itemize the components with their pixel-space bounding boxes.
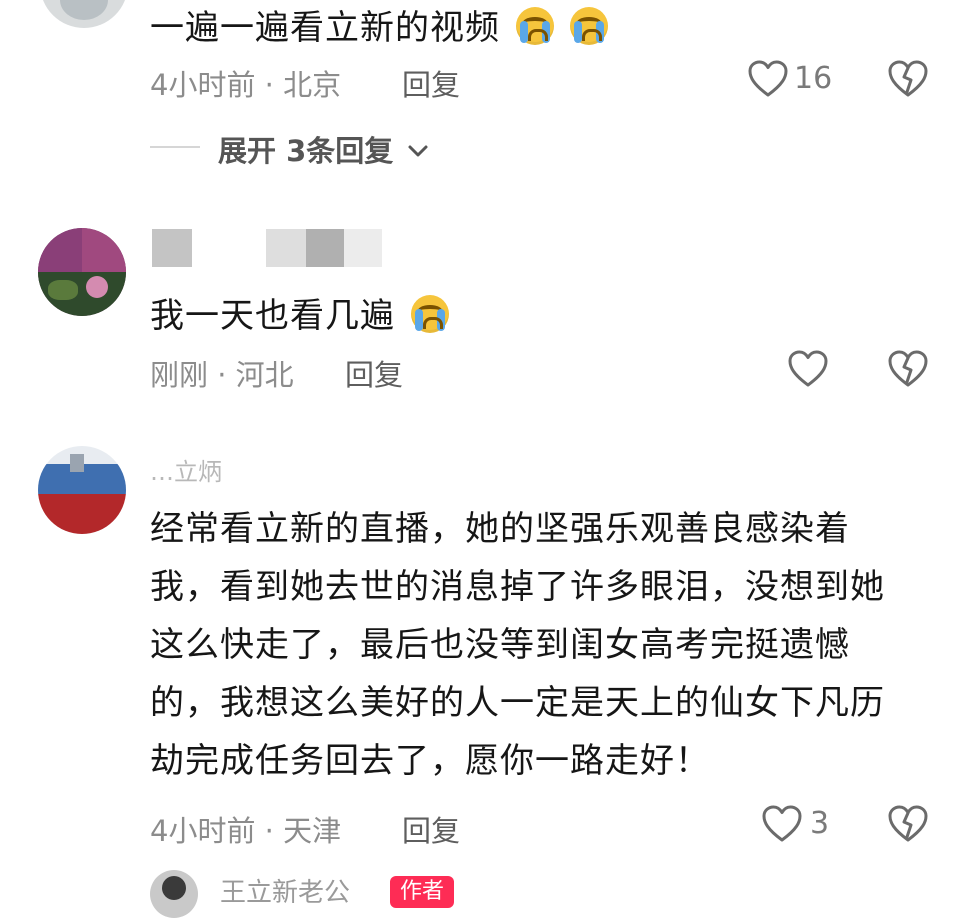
comment-line: 这么快走了，最后也没等到闺女高考完挺遗憾: [150, 625, 850, 665]
comment-text-content: 一遍一遍看立新的视频: [150, 8, 500, 48]
heart-icon: [762, 805, 802, 842]
like-count: 3: [810, 806, 830, 841]
author-badge: 作者: [390, 876, 455, 908]
reply-button[interactable]: 回复: [345, 352, 403, 394]
broken-heart-icon: [888, 350, 928, 387]
comment-time-location: 4小时前 · 北京: [150, 68, 342, 102]
comment-line: 我，看到她去世的消息掉了许多眼泪，没想到她: [150, 567, 885, 607]
broken-heart-icon: [888, 60, 928, 97]
username-redacted: [306, 229, 344, 267]
like-count: 16: [794, 61, 833, 96]
heart-icon: [788, 350, 828, 387]
comment-line: 经常看立新的直播，她的坚强乐观善良感染着: [150, 509, 850, 549]
crying-face-icon: [515, 7, 554, 45]
username[interactable]: 王立新老公: [220, 872, 350, 909]
crying-face-icon: [569, 7, 608, 45]
comment-line: 的，我想这么美好的人一定是天上的仙女下凡历: [150, 683, 885, 723]
like-button[interactable]: [748, 60, 788, 102]
dislike-button[interactable]: [888, 60, 928, 102]
expand-replies-label: 展开 3条回复: [218, 134, 394, 168]
username-redacted: [152, 229, 192, 267]
reply-button[interactable]: 回复: [402, 808, 460, 850]
username-redacted: [266, 229, 306, 267]
comment-text-content: 我一天也看几遍: [150, 296, 395, 336]
heart-icon: [748, 60, 788, 97]
dislike-button[interactable]: [888, 350, 928, 392]
chevron-down-icon: [408, 145, 428, 157]
comment-text: 一遍一遍看立新的视频: [150, 0, 608, 49]
like-button[interactable]: [788, 350, 828, 392]
comment-time-location: 刚刚 · 河北: [150, 358, 294, 392]
crying-face-icon: [410, 295, 449, 333]
comment-text: 经常看立新的直播，她的坚强乐观善良感染着 我，看到她去世的消息掉了许多眼泪，没想…: [150, 500, 940, 790]
avatar[interactable]: [38, 228, 126, 316]
comment-text: 我一天也看几遍: [150, 288, 449, 337]
avatar[interactable]: [38, 446, 126, 534]
avatar[interactable]: [150, 870, 198, 918]
reply-button[interactable]: 回复: [402, 62, 460, 104]
like-button[interactable]: [762, 805, 802, 847]
username[interactable]: …立炳: [150, 452, 222, 487]
username-redacted: [344, 229, 382, 267]
broken-heart-icon: [888, 805, 928, 842]
comment-time-location: 4小时前 · 天津: [150, 814, 342, 848]
expand-replies-button[interactable]: 展开 3条回复: [218, 128, 429, 170]
avatar[interactable]: [40, 0, 128, 28]
comment-line: 劫完成任务回去了，愿你一路走好！: [150, 741, 710, 781]
dislike-button[interactable]: [888, 805, 928, 847]
divider-line: [150, 146, 200, 148]
